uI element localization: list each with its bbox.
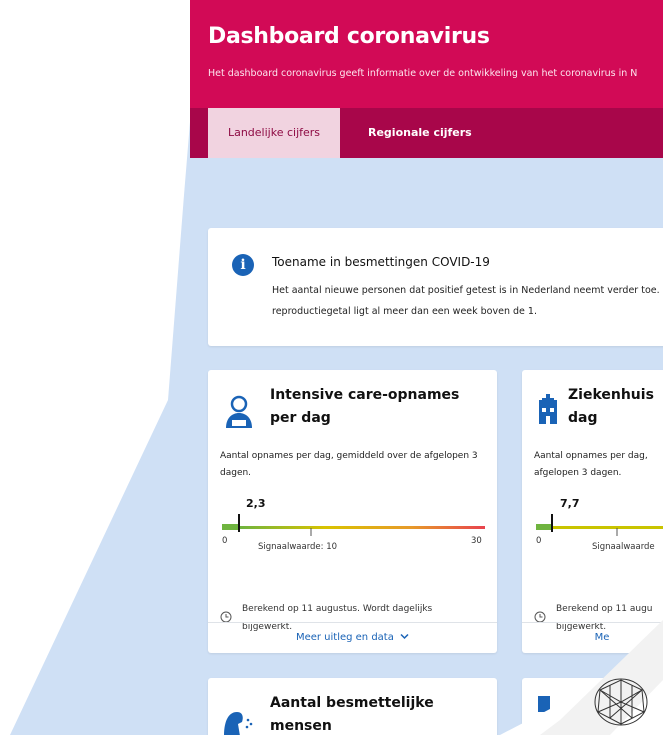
scale-gradient bbox=[552, 526, 663, 529]
tab-bar: Landelijke cijfers Regionale cijfers bbox=[190, 108, 663, 158]
metric-value: 7,7 bbox=[560, 497, 580, 510]
scale-min-label: 0 bbox=[536, 536, 542, 546]
more-info-button[interactable]: Me bbox=[522, 622, 663, 653]
metric-card-hospital: Ziekenhuis dag Aantal opnames per dag, a… bbox=[522, 370, 663, 653]
tab-regionale-cijfers[interactable]: Regionale cijfers bbox=[368, 108, 472, 158]
page-title: Dashboard coronavirus bbox=[208, 24, 490, 49]
alert-title: Toename in besmettingen COVID-19 bbox=[272, 255, 490, 269]
scale-filled-segment bbox=[222, 524, 240, 530]
chevron-down-icon bbox=[400, 633, 409, 640]
scale-gradient bbox=[240, 526, 485, 529]
signal-scale bbox=[536, 514, 663, 536]
more-info-button[interactable]: Meer uitleg en data bbox=[208, 622, 497, 653]
metric-value: 2,3 bbox=[246, 497, 266, 510]
more-info-label: Meer uitleg en data bbox=[295, 632, 394, 643]
sneezing-person-icon bbox=[224, 712, 253, 735]
metric-description: Aantal opnames per dag, gemiddeld over d… bbox=[220, 451, 478, 478]
card-icon bbox=[538, 696, 550, 712]
alert-card: i Toename in besmettingen COVID-19 Het a… bbox=[208, 228, 663, 346]
metric-description: Aantal opnames per dag, afgelopen 3 dage… bbox=[534, 451, 648, 478]
dashboard-header: Dashboard coronavirus Het dashboard coro… bbox=[190, 0, 663, 108]
metric-title: Intensive care-opnames per dag bbox=[270, 387, 460, 426]
tab-landelijke-cijfers[interactable]: Landelijke cijfers bbox=[208, 108, 340, 158]
screenshot-stage: Dashboard coronavirus Het dashboard coro… bbox=[0, 0, 663, 735]
metric-title: Aantal besmettelijke mensen bbox=[270, 695, 434, 734]
geodesic-logo bbox=[594, 678, 648, 726]
metric-title: Ziekenhuis dag bbox=[568, 387, 654, 426]
metric-card-contagious: Aantal besmettelijke mensen bbox=[208, 678, 497, 735]
page-subtitle: Het dashboard coronavirus geeft informat… bbox=[208, 68, 638, 79]
signal-label: Signaalwaarde: 10 bbox=[258, 542, 338, 552]
signal-label: Signaalwaarde bbox=[592, 542, 655, 552]
patient-icon bbox=[226, 395, 252, 428]
hospital-icon bbox=[539, 394, 557, 424]
metric-card-intensive-care: Intensive care-opnames per dag Aantal op… bbox=[208, 370, 497, 653]
info-icon: i bbox=[232, 254, 254, 276]
scale-max-label: 30 bbox=[471, 536, 482, 546]
signal-scale bbox=[222, 514, 485, 536]
scale-min-label: 0 bbox=[222, 536, 228, 546]
alert-body: Het aantal nieuwe personen dat positief … bbox=[272, 285, 663, 317]
scale-filled-segment bbox=[536, 524, 552, 530]
